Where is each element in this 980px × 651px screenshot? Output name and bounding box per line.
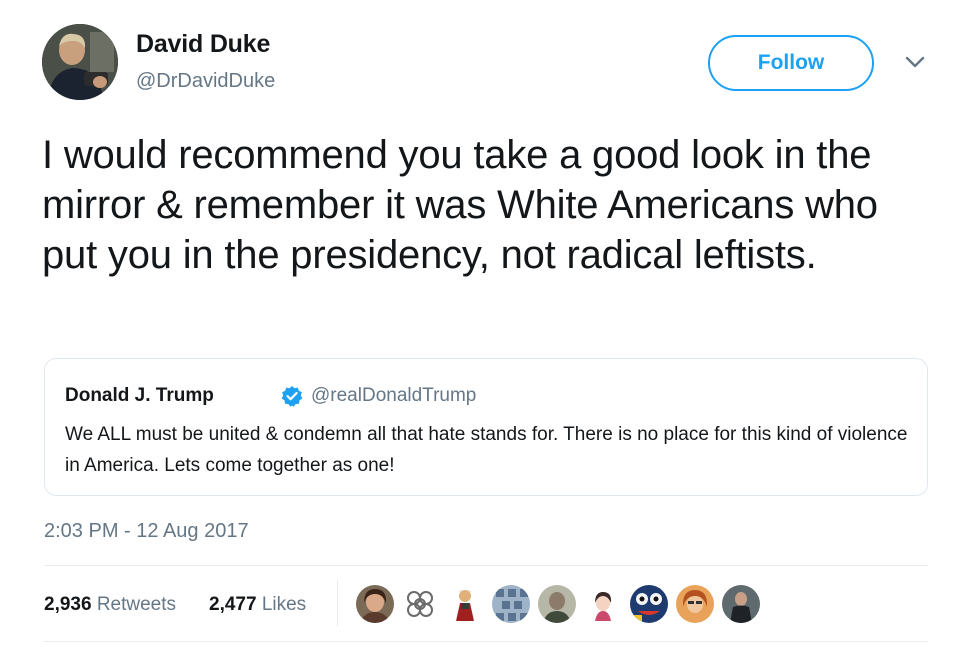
profile-photo-icon bbox=[42, 24, 118, 100]
quoted-author-name: Donald J. Trump bbox=[65, 385, 214, 406]
author-handle[interactable]: @DrDavidDuke bbox=[136, 70, 275, 93]
quoted-tweet[interactable]: Donald J. Trump @realDonaldTrump We ALL … bbox=[44, 358, 928, 496]
quoted-tweet-text: We ALL must be united & condemn all that… bbox=[65, 424, 908, 476]
retweets-label: Retweets bbox=[96, 594, 177, 615]
stats-separator bbox=[337, 580, 338, 626]
avatar-patterned-icon[interactable] bbox=[492, 585, 530, 623]
author-name[interactable]: David Duke bbox=[136, 30, 270, 59]
likes-count: 2,477 bbox=[209, 594, 257, 615]
quoted-author-handle: @realDonaldTrump bbox=[311, 385, 477, 406]
author-avatar[interactable] bbox=[42, 24, 118, 100]
avatar-woman-red-hair-icon[interactable] bbox=[676, 585, 714, 623]
retweets-count: 2,936 bbox=[44, 594, 92, 615]
avatar-man-grey-icon[interactable] bbox=[538, 585, 576, 623]
likes-label: Likes bbox=[261, 594, 307, 615]
avatar-woman-dark-hair-icon[interactable] bbox=[356, 585, 394, 623]
tweet-text: I would recommend you take a good look i… bbox=[42, 133, 878, 277]
chevron-down-icon[interactable] bbox=[904, 54, 926, 70]
tweet-timestamp[interactable]: 2:03 PM - 12 Aug 2017 bbox=[44, 520, 249, 543]
likes-stat[interactable]: 2,477 Likes bbox=[209, 594, 306, 616]
avatar-celtic-knot-icon[interactable] bbox=[401, 585, 439, 623]
follow-button[interactable]: Follow bbox=[708, 35, 874, 91]
stats-divider-bottom bbox=[44, 641, 928, 642]
retweets-stat[interactable]: 2,936 Retweets bbox=[44, 594, 176, 616]
avatar-man-dark-icon[interactable] bbox=[722, 585, 760, 623]
verified-badge-icon bbox=[281, 385, 303, 407]
avatar-colorful-cartoon-icon[interactable] bbox=[630, 585, 668, 623]
avatar-cartoon-figure-icon[interactable] bbox=[446, 585, 484, 623]
avatar-anime-girl-icon[interactable] bbox=[584, 585, 622, 623]
tweet-card: David Duke @DrDavidDuke Follow I would r… bbox=[0, 0, 980, 651]
stats-divider-top bbox=[44, 565, 928, 566]
